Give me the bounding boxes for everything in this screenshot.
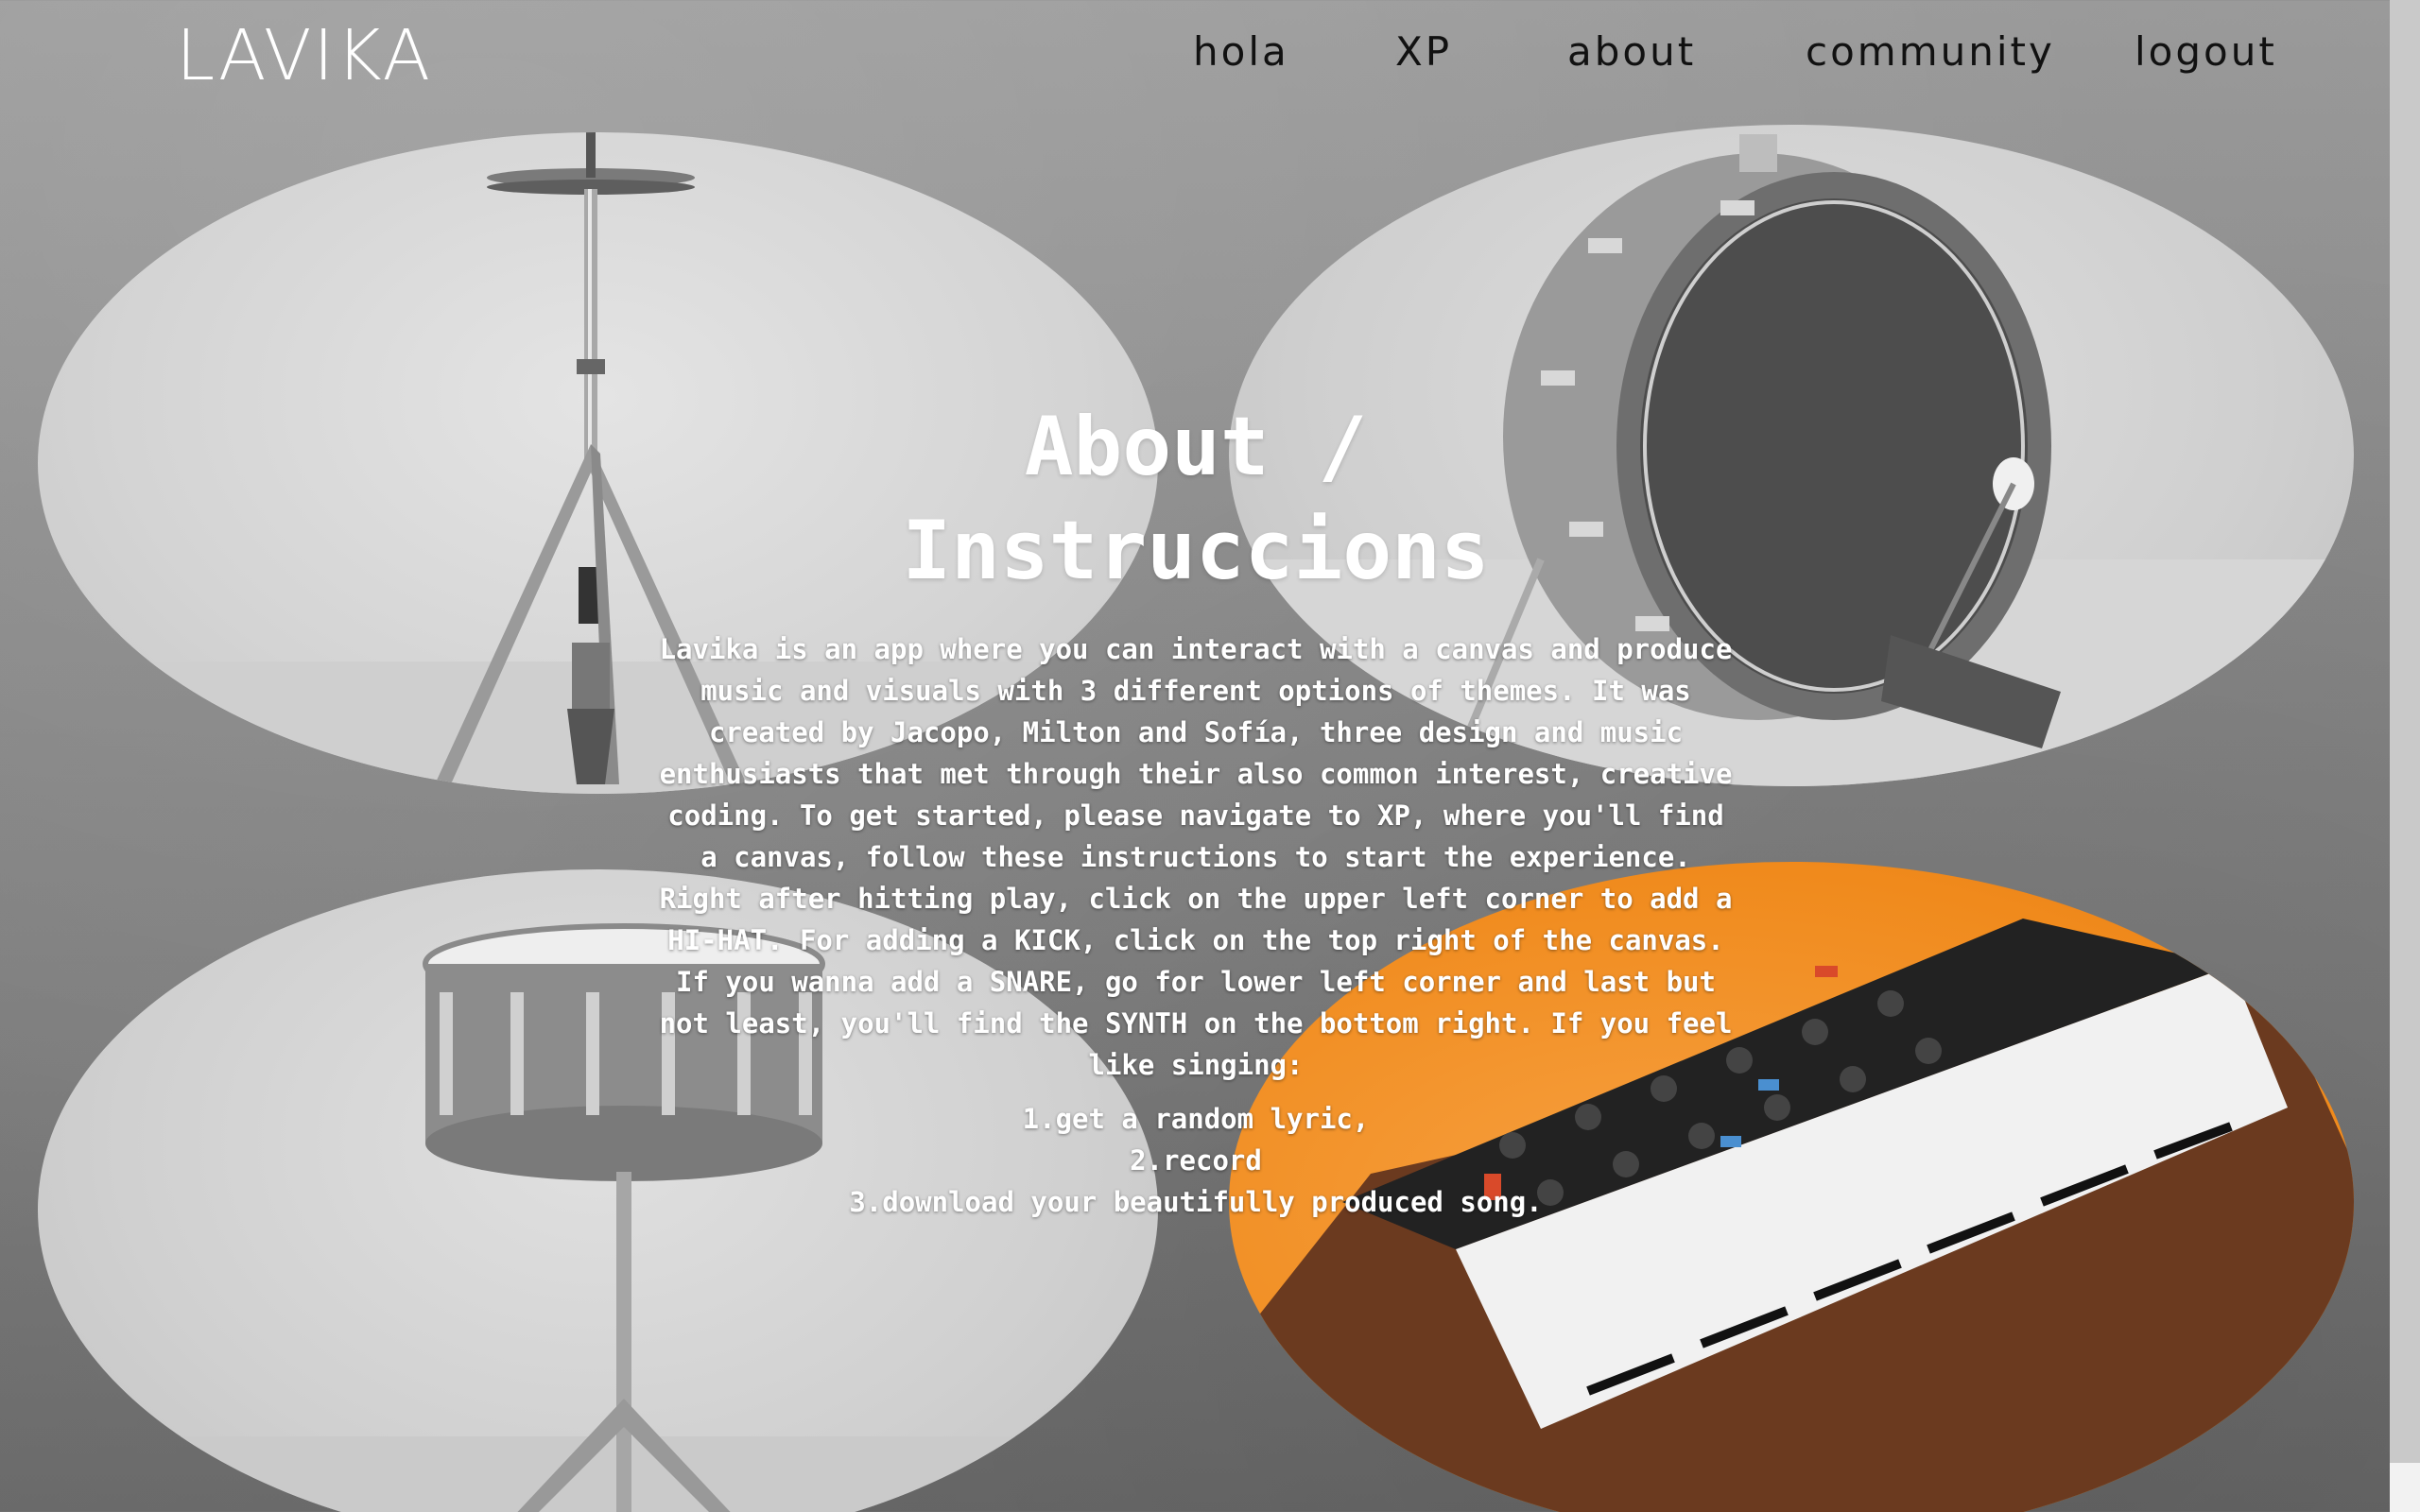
vertical-scrollbar[interactable] — [2390, 0, 2420, 1512]
step-item: 2.record — [1130, 1144, 1262, 1177]
page-title-line-1: About / — [1024, 399, 1368, 494]
about-description: Lavika is an app where you can interact … — [659, 633, 1733, 1081]
page-title-line-2: Instruccions — [902, 503, 1490, 598]
nav-link-community[interactable]: community — [1806, 28, 2055, 75]
step-item: 1.get a random lyric, — [1022, 1103, 1370, 1135]
step-item: 3.download your beautifully produced son… — [849, 1186, 1543, 1218]
nav-link-xp[interactable]: XP — [1395, 28, 1452, 75]
nav-link-logout[interactable]: logout — [2135, 28, 2277, 75]
logo[interactable]: LAVIKA — [176, 15, 432, 96]
page-title: About / Instruccions — [718, 395, 1673, 603]
nav-link-about[interactable]: about — [1567, 28, 1696, 75]
steps-list: 1.get a random lyric, 2.record 3.downloa… — [652, 1098, 1739, 1223]
nav-link-hola[interactable]: hola — [1193, 28, 1289, 75]
scrollbar-thumb[interactable] — [2390, 1463, 2420, 1512]
